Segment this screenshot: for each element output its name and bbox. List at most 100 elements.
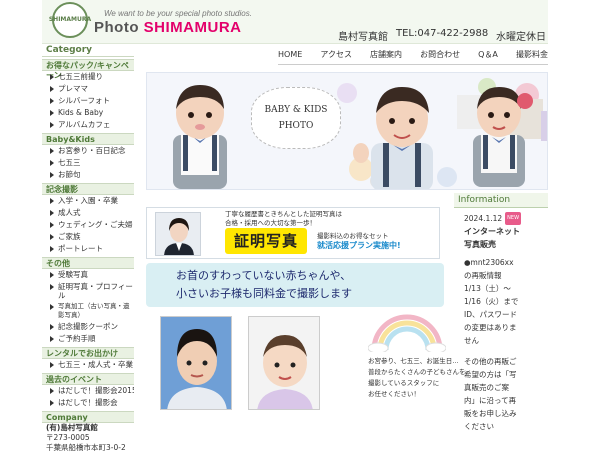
nav-pricing[interactable]: 撮影料金 xyxy=(516,49,548,60)
nav-store-info[interactable]: 店舗案内 xyxy=(370,49,402,60)
info-date-row: 2024.1.12 NEW xyxy=(464,212,540,225)
logo-badge[interactable]: SHIMAMURA xyxy=(48,2,92,38)
triangle-bullet-icon xyxy=(50,284,54,290)
info-line: 1/13（土）～ xyxy=(464,284,511,293)
sidebar-item-753[interactable]: 七五三 xyxy=(42,157,134,169)
info-line: の変更はありま xyxy=(464,323,517,332)
sidebar-item-wedding[interactable]: ウェディング・ご夫婦 xyxy=(42,219,134,231)
sidebar-item-school[interactable]: 入学・入園・卒業 xyxy=(42,195,134,207)
sidebar-item-label: 七五三・成人式・卒業 xyxy=(58,360,133,369)
sidebar-item-label: 写真加工（古い写真・遺影写真） xyxy=(58,302,130,319)
woman-portrait-icon xyxy=(156,213,200,255)
sidebar-item-exam-photo[interactable]: 受験写真 xyxy=(42,269,134,281)
info-line: 販をお申し込み xyxy=(464,409,517,418)
studio-name: 島村写真館 xyxy=(338,32,388,43)
sidebar-item-kids-baby[interactable]: Kids & Baby xyxy=(42,107,134,119)
hero-banner[interactable]: BABY & KIDS PHOTO xyxy=(146,72,548,190)
sidebar-section-past-events: 過去のイベント xyxy=(42,373,134,385)
info-line: ID、パスワード xyxy=(464,310,517,319)
hero-title-bubble: BABY & KIDS PHOTO xyxy=(251,87,341,149)
triangle-bullet-icon xyxy=(50,122,54,128)
sidebar-item-seijinshiki[interactable]: 成人式 xyxy=(42,207,134,219)
brand-prefix: Photo xyxy=(94,19,144,36)
sidebar-item-silver-photo[interactable]: シルバーフォト xyxy=(42,95,134,107)
staff-message-line: 普段からたくさんの子どもさんを xyxy=(368,368,466,376)
sidebar-item-label: お宮参り・百日記念 xyxy=(58,146,126,155)
sidebar-item-premama[interactable]: プレママ xyxy=(42,83,134,95)
sidebar-item-event-2015[interactable]: はだしで！撮影会2015 xyxy=(42,385,134,397)
sidebar-item-label: Kids & Baby xyxy=(58,108,104,117)
sidebar-item-coupon[interactable]: 記念撮影クーポン xyxy=(42,321,134,333)
sidebar-item-portrait[interactable]: ポートレート xyxy=(42,243,134,255)
triangle-bullet-icon xyxy=(50,160,54,166)
info-line: 希望の方は「写 xyxy=(464,370,517,379)
sidebar-item-id-photo[interactable]: 証明写真・プロフィール xyxy=(42,281,134,301)
info-date: 2024.1.12 xyxy=(464,214,503,223)
info-line: その他の再販ご xyxy=(464,357,517,366)
category-title: Category xyxy=(42,44,134,57)
id-photo-banner[interactable]: 丁寧な履歴書ときちんとした証明写真は 合格・採用への大切な第一歩！ 証明写真 撮… xyxy=(146,207,440,259)
sidebar-item-omiyamairi[interactable]: お宮参り・百日記念 xyxy=(42,145,134,157)
triangle-bullet-icon xyxy=(50,324,54,330)
sidebar-item-photo-editing[interactable]: 写真加工（古い写真・遺影写真） xyxy=(42,301,134,321)
triangle-bullet-icon xyxy=(50,362,54,368)
sidebar-item-label: アルバムカフェ xyxy=(58,120,111,129)
info-heading-line2: 写真販売 xyxy=(464,240,496,249)
sidebar-item-rental-753[interactable]: 七五三・成人式・卒業 xyxy=(42,359,134,371)
id-photo-description: 丁寧な履歴書ときちんとした証明写真は 合格・採用への大切な第一歩！ xyxy=(225,210,342,228)
id-photo-set-text: 撮影料込のお得なセット xyxy=(317,232,389,240)
hero-title-line2: PHOTO xyxy=(278,121,314,131)
sidebar: Category お得なパック/キャンペーン 七五三前撮り プレママ シルバーフ… xyxy=(42,44,134,452)
sidebar-item-label: プレママ xyxy=(58,84,88,93)
sidebar-item-album-cafe[interactable]: アルバムカフェ xyxy=(42,119,134,131)
nav-qa[interactable]: Q＆A xyxy=(478,49,498,60)
info-heading[interactable]: インターネット 写真販売 xyxy=(464,225,540,251)
sidebar-section-campaign: お得なパック/キャンペーン xyxy=(42,59,134,80)
id-photo-desc-line2: 合格・採用への大切な第一歩！ xyxy=(225,219,316,227)
baby-promo-banner: お首のすわっていない赤ちゃんや、 小さいお子様も同料金で撮影します xyxy=(146,263,444,307)
sidebar-item-label: ご予約手順 xyxy=(58,334,96,343)
logo-badge-text: SHIMAMURA xyxy=(48,16,92,23)
baby-photo xyxy=(248,316,320,410)
sidebar-item-sekku[interactable]: お節句 xyxy=(42,169,134,181)
sidebar-item-label: ポートレート xyxy=(58,244,103,253)
triangle-bullet-icon xyxy=(50,246,54,252)
id-photo-title: 証明写真 xyxy=(225,228,307,254)
nav-access[interactable]: アクセス xyxy=(320,49,352,60)
triangle-bullet-icon xyxy=(50,304,54,310)
staff-message-line: 撮影しているスタッフに xyxy=(368,379,440,387)
company-name: (有)島村写真館 xyxy=(46,423,98,432)
sidebar-item-event[interactable]: はだしで！撮影会 xyxy=(42,397,134,409)
company-address: 千葉県船橋市本町3-0-2 xyxy=(46,443,126,452)
hero-kid-photo-1 xyxy=(173,85,227,189)
job-hunting-plan-text: 就活応援プラン実施中! xyxy=(317,241,401,250)
triangle-bullet-icon xyxy=(50,222,54,228)
information-panel: Information 2024.1.12 NEW インターネット 写真販売 ●… xyxy=(454,193,548,431)
staff-message-line: お宮参り、七五三、お誕生日… xyxy=(368,357,459,365)
info-line: の再販情報 xyxy=(464,271,502,280)
sidebar-item-label: はだしで！撮影会 xyxy=(58,398,118,407)
closed-day: 水曜定休日 xyxy=(496,32,546,43)
triangle-bullet-icon xyxy=(50,234,54,240)
info-line: 内」に沿って再 xyxy=(464,396,517,405)
promo-line1: お首のすわっていない赤ちゃんや、 xyxy=(176,269,352,282)
triangle-bullet-icon xyxy=(50,148,54,154)
triangle-bullet-icon xyxy=(50,272,54,278)
triangle-bullet-icon xyxy=(50,336,54,342)
brand-logo[interactable]: Photo SHIMAMURA xyxy=(94,19,241,36)
rainbow-illustration xyxy=(368,314,446,352)
sidebar-section-baby-kids: Baby&Kids xyxy=(42,133,134,145)
sidebar-section-memorial: 記念撮影 xyxy=(42,183,134,195)
company-postal: 〒273-0005 xyxy=(46,433,90,442)
sidebar-item-label: ウェディング・ご夫婦 xyxy=(58,220,133,229)
nav-contact[interactable]: お問合わせ xyxy=(420,49,460,60)
sidebar-item-label: お節句 xyxy=(58,170,81,179)
triangle-bullet-icon xyxy=(50,198,54,204)
sidebar-item-reservation[interactable]: ご予約手順 xyxy=(42,333,134,345)
nav-home[interactable]: HOME xyxy=(278,50,302,59)
telephone[interactable]: TEL:047-422-2988 xyxy=(396,28,488,39)
information-body: 2024.1.12 NEW インターネット 写真販売 ●mnt2306xx の再… xyxy=(454,208,548,433)
brand-accent: SHIMAMURA xyxy=(143,19,242,36)
sidebar-item-family[interactable]: ご家族 xyxy=(42,231,134,243)
site-header: SHIMAMURA We want to be your special pho… xyxy=(42,0,548,44)
